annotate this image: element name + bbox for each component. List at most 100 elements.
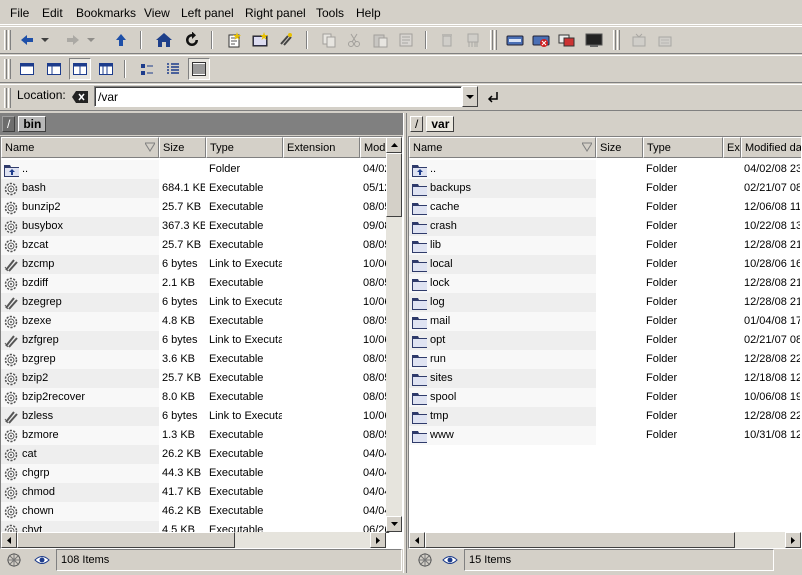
toolbar-grip[interactable] [490, 30, 493, 50]
table-row[interactable]: local Folder 10/28/06 16 [409, 255, 801, 274]
scrollbar-thumb[interactable] [386, 153, 402, 217]
right-show-hidden-button[interactable] [439, 549, 461, 571]
left-filter-button[interactable] [3, 549, 25, 571]
table-row[interactable]: bzcmp6 bytesLink to Executable10/06 [1, 255, 391, 274]
left-show-hidden-button[interactable] [31, 549, 53, 571]
right-breadcrumb-current[interactable]: var [426, 116, 455, 132]
clear-location-button[interactable] [69, 86, 91, 108]
menu-tools[interactable]: Tools [316, 6, 344, 20]
file-name-cell[interactable]: sites [409, 369, 596, 388]
icon-view-button[interactable] [136, 58, 158, 80]
list-view-button[interactable] [162, 58, 184, 80]
table-row[interactable]: www Folder 10/31/08 12 [409, 426, 801, 445]
table-row[interactable]: bzless6 bytesLink to Executable10/06 [1, 407, 391, 426]
file-name-cell[interactable]: bzmore [1, 426, 159, 445]
left-vertical-scrollbar[interactable] [386, 137, 402, 532]
file-name-cell[interactable]: run [409, 350, 596, 369]
file-name-cell[interactable]: mail [409, 312, 596, 331]
scroll-up-button[interactable] [386, 137, 402, 153]
unpack-button[interactable] [654, 29, 676, 51]
file-name-cell[interactable]: crash [409, 217, 596, 236]
table-row[interactable]: backups Folder 02/21/07 08 [409, 179, 801, 198]
back-button[interactable] [16, 29, 38, 51]
new-link-button[interactable] [275, 29, 297, 51]
scroll-right-button[interactable] [370, 532, 386, 548]
cut-button[interactable] [343, 29, 365, 51]
toolbar-grip[interactable] [613, 30, 616, 50]
file-name-cell[interactable]: .. [1, 160, 159, 179]
table-row[interactable]: bzip2 25.7 KB Executable 08/05 [1, 369, 391, 388]
forward-button[interactable] [62, 29, 84, 51]
scrollbar-thumb[interactable] [17, 532, 235, 548]
device-button[interactable] [556, 29, 578, 51]
column-type[interactable]: Type [206, 137, 283, 158]
table-row[interactable]: bash 684.1 KB Executable 05/12 [1, 179, 391, 198]
left-breadcrumb-root[interactable]: / [2, 116, 16, 132]
file-name-cell[interactable]: bzless [1, 407, 159, 426]
go-button[interactable] [481, 86, 503, 108]
left-file-list[interactable]: Name Size Type Extension Modified date .… [0, 136, 403, 549]
table-row[interactable]: .. Folder 04/02/08 [1, 160, 402, 179]
file-name-cell[interactable]: bzcat [1, 236, 159, 255]
menu-edit[interactable]: Edit [42, 6, 63, 20]
menu-file[interactable]: File [10, 6, 29, 20]
file-name-cell[interactable]: log [409, 293, 596, 312]
column-extension[interactable]: Ex [723, 137, 741, 158]
file-name-cell[interactable]: bzip2 [1, 369, 159, 388]
table-row[interactable]: bzegrep6 bytesLink to Executable10/06 [1, 293, 391, 312]
scroll-right-button[interactable] [785, 532, 801, 548]
table-row[interactable]: bzexe 4.8 KB Executable 08/05 [1, 312, 391, 331]
menu-bookmarks[interactable]: Bookmarks [76, 6, 136, 20]
toolbar-grip[interactable] [8, 88, 11, 108]
table-row[interactable]: spool Folder 10/06/08 19 [409, 388, 801, 407]
column-name[interactable]: Name [409, 137, 596, 158]
file-name-cell[interactable]: tmp [409, 407, 596, 426]
panel-splitter[interactable] [403, 113, 407, 573]
file-name-cell[interactable]: bzegrep [1, 293, 159, 312]
file-name-cell[interactable]: bzdiff [1, 274, 159, 293]
table-row[interactable]: bunzip2 25.7 KB Executable 08/05 [1, 198, 391, 217]
file-name-cell[interactable]: bash [1, 179, 159, 198]
toolbar-grip[interactable] [4, 30, 7, 50]
scroll-left-button[interactable] [1, 532, 17, 548]
scroll-left-button[interactable] [409, 532, 425, 548]
column-modified-date[interactable]: Modified date [741, 137, 801, 158]
table-row[interactable]: chgrp 44.3 KB Executable 04/04 [1, 464, 391, 483]
right-horizontal-scrollbar[interactable] [409, 532, 801, 548]
copy-button[interactable] [318, 29, 340, 51]
file-name-cell[interactable]: chgrp [1, 464, 159, 483]
file-name-cell[interactable]: opt [409, 331, 596, 350]
right-file-list[interactable]: Name Size Type Ex Modified date .. Folder… [408, 136, 802, 549]
table-row[interactable]: run Folder 12/28/08 22 [409, 350, 801, 369]
left-horizontal-scrollbar[interactable] [1, 532, 386, 548]
table-row[interactable]: cache Folder 12/06/08 11 [409, 198, 801, 217]
table-row[interactable]: bzgrep 3.6 KB Executable 08/05 [1, 350, 391, 369]
table-row[interactable]: bzip2recover 8.0 KB Executable 08/05 [1, 388, 391, 407]
up-button[interactable] [110, 29, 132, 51]
table-row[interactable]: bzdiff 2.1 KB Executable 08/05 [1, 274, 391, 293]
column-size[interactable]: Size [596, 137, 643, 158]
table-row[interactable]: bzmore 1.3 KB Executable 08/05 [1, 426, 391, 445]
toolbar-grip[interactable] [8, 59, 11, 79]
table-row[interactable]: crash Folder 10/22/08 13 [409, 217, 801, 236]
paste-button[interactable] [369, 29, 391, 51]
file-name-cell[interactable]: bzgrep [1, 350, 159, 369]
scroll-down-button[interactable] [386, 516, 402, 532]
table-row[interactable]: bzcat 25.7 KB Executable 08/05 [1, 236, 391, 255]
table-row[interactable]: mail Folder 01/04/08 17 [409, 312, 801, 331]
toolbar-grip[interactable] [617, 30, 620, 50]
shred-button[interactable] [462, 29, 484, 51]
table-row[interactable]: opt Folder 02/21/07 08 [409, 331, 801, 350]
file-name-cell[interactable]: bunzip2 [1, 198, 159, 217]
column-type[interactable]: Type [643, 137, 723, 158]
detail-view-button[interactable] [188, 58, 210, 80]
scrollbar-thumb[interactable] [425, 532, 735, 548]
file-name-cell[interactable]: bzip2recover [1, 388, 159, 407]
dual-panel-button[interactable] [69, 58, 91, 80]
left-breadcrumb-current[interactable]: bin [18, 116, 47, 132]
forward-history-dropdown[interactable] [84, 29, 98, 51]
pack-button[interactable] [628, 29, 650, 51]
home-button[interactable] [153, 29, 175, 51]
back-history-dropdown[interactable] [38, 29, 52, 51]
table-row[interactable]: lock Folder 12/28/08 21 [409, 274, 801, 293]
